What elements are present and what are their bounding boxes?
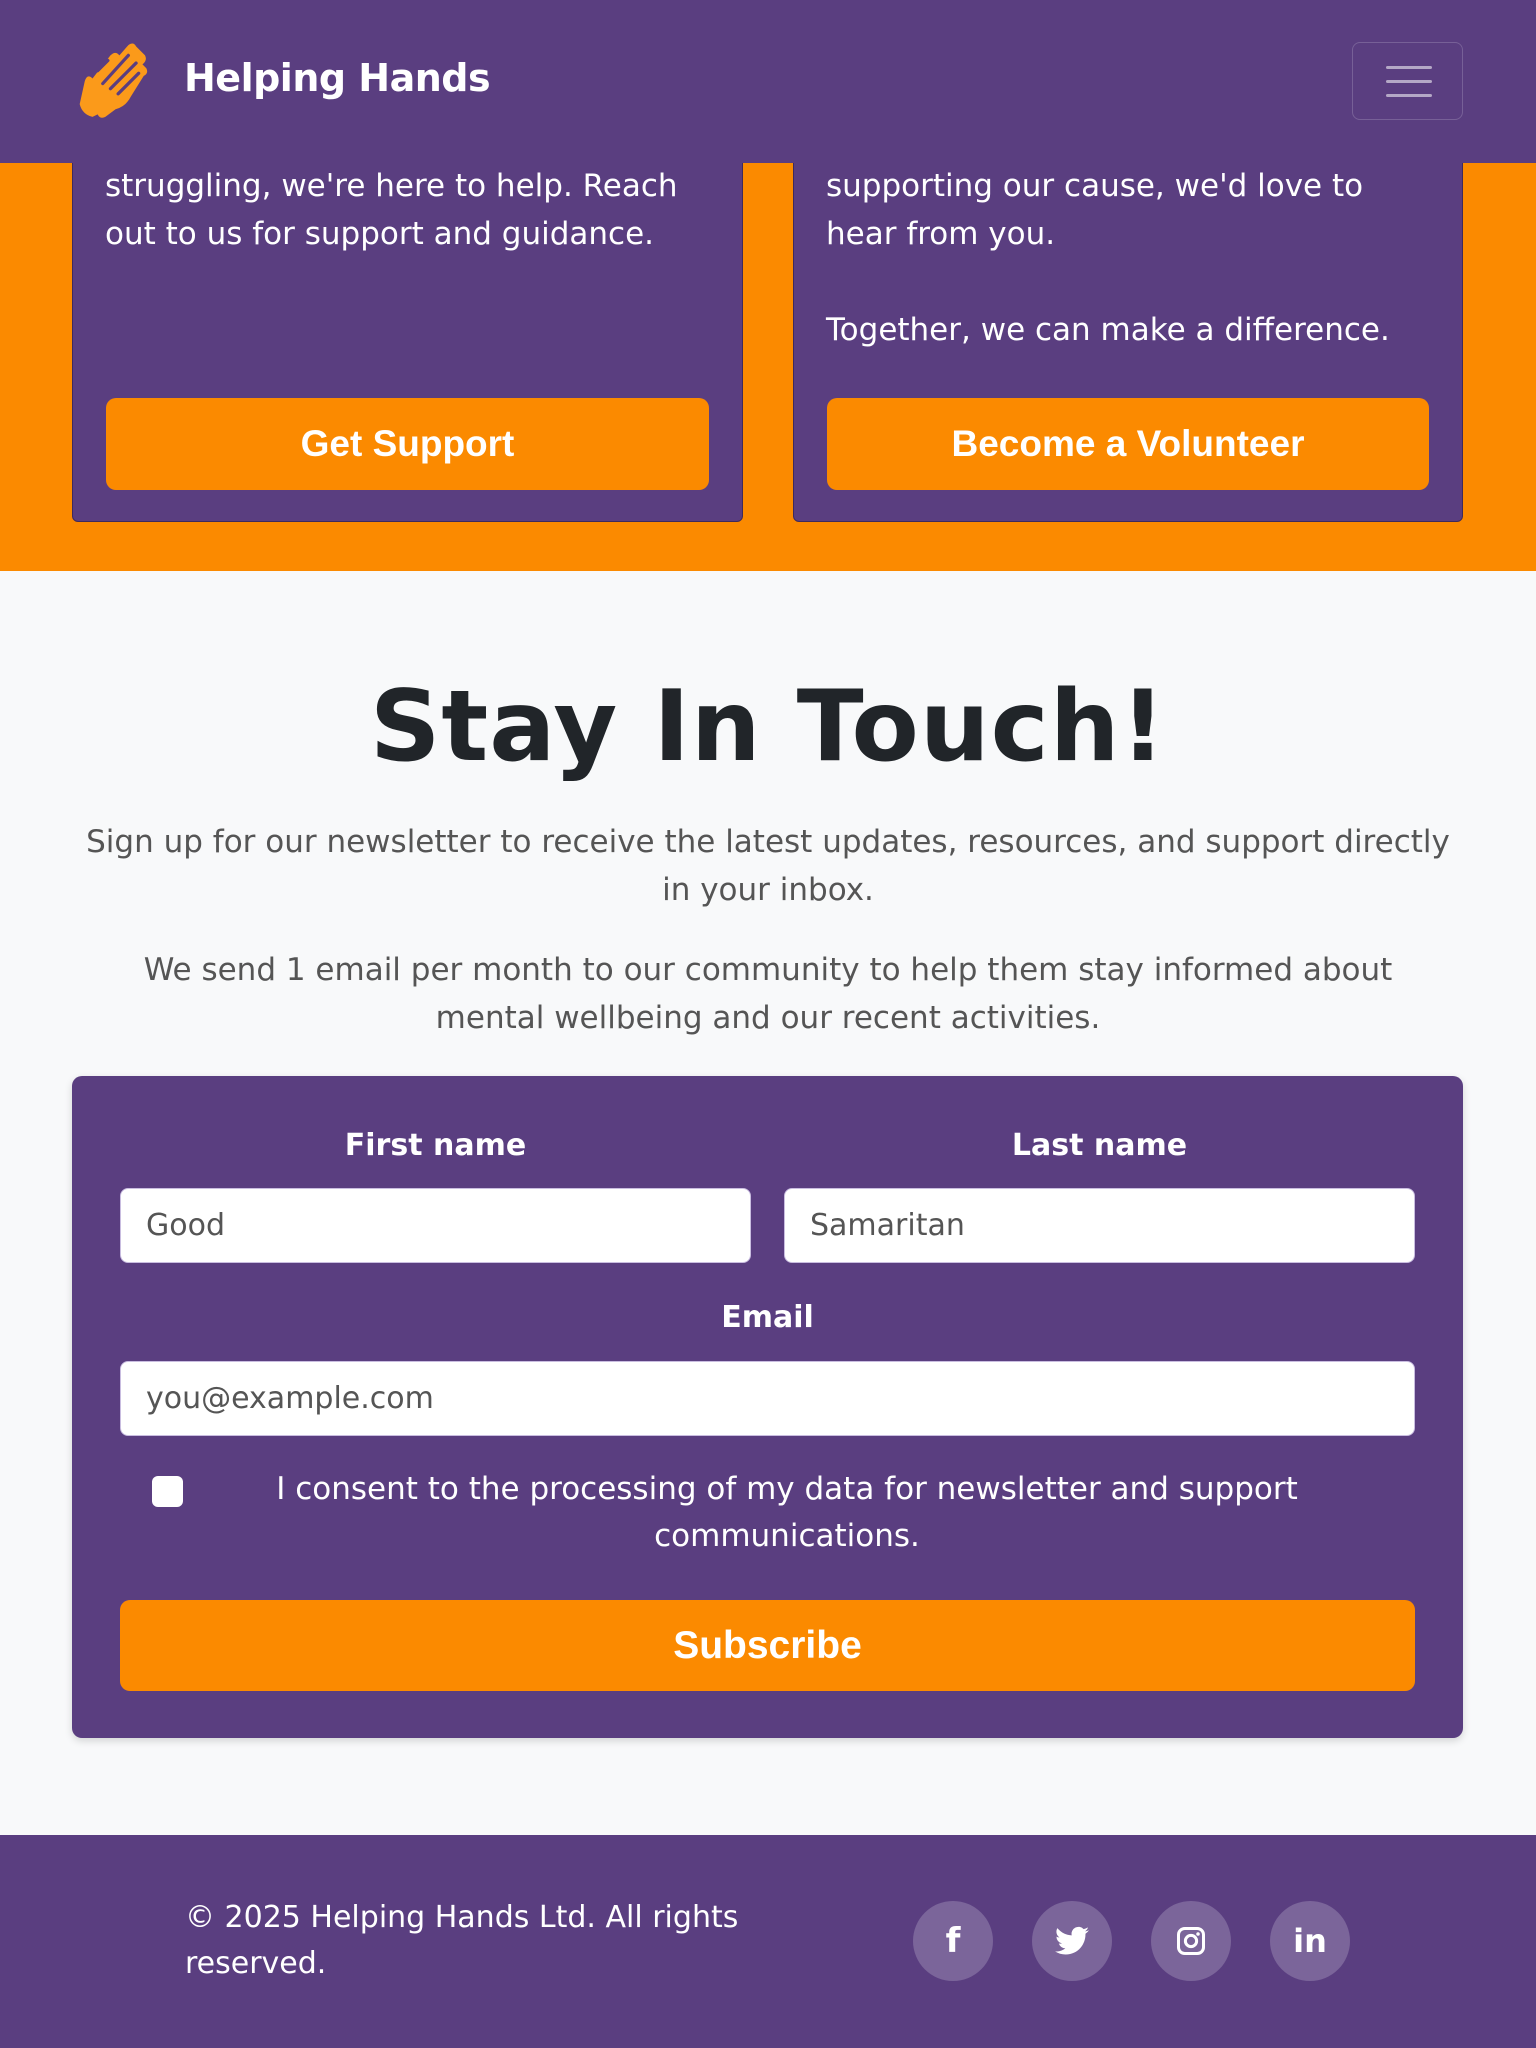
clapping-hands-icon[interactable] (72, 40, 154, 122)
instagram-icon (1177, 1927, 1205, 1955)
first-name-label: First name (344, 1128, 527, 1163)
hamburger-menu-icon (1386, 66, 1432, 69)
volunteer-card-tagline: Together, we can make a difference. (826, 312, 1390, 348)
navbar: Helping Hands (0, 0, 1536, 163)
linkedin-link[interactable]: in (1270, 1901, 1350, 1981)
subscribe-button[interactable]: Subscribe (120, 1600, 1415, 1691)
volunteer-card-text: supporting our cause, we'd love to hear … (826, 168, 1364, 252)
last-name-label: Last name (1011, 1128, 1188, 1163)
support-card-text: struggling, we're here to help. Reach ou… (105, 168, 678, 252)
brand-name[interactable]: Helping Hands (184, 56, 491, 100)
last-name-input[interactable]: Samaritan (784, 1188, 1415, 1263)
get-support-button[interactable]: Get Support (106, 398, 709, 490)
email-label: Email (721, 1300, 814, 1335)
facebook-icon: f (945, 1921, 961, 1961)
newsletter-form: First name Last name Good Samaritan Emai… (72, 1076, 1463, 1738)
newsletter-frequency: We send 1 email per month to our communi… (143, 952, 1393, 1036)
email-input[interactable]: you@example.com (120, 1361, 1415, 1436)
twitter-link[interactable] (1032, 1901, 1112, 1981)
first-name-input[interactable]: Good (120, 1188, 751, 1263)
newsletter-title: Stay In Touch! (369, 670, 1167, 784)
facebook-link[interactable]: f (913, 1901, 993, 1981)
menu-toggle-button[interactable] (1352, 42, 1463, 120)
support-card: struggling, we're here to help. Reach ou… (72, 100, 743, 522)
volunteer-card: supporting our cause, we'd love to hear … (793, 100, 1463, 522)
copyright: © 2025 Helping Hands Ltd. All rights res… (185, 1900, 739, 1981)
newsletter-intro: Sign up for our newsletter to receive th… (86, 824, 1450, 908)
twitter-icon (1055, 1926, 1089, 1955)
footer: © 2025 Helping Hands Ltd. All rights res… (0, 1835, 1536, 2048)
consent-checkbox[interactable] (152, 1476, 183, 1507)
instagram-link[interactable] (1151, 1901, 1231, 1981)
linkedin-icon: in (1293, 1922, 1327, 1960)
consent-label[interactable]: I consent to the processing of my data f… (232, 1466, 1342, 1560)
become-volunteer-button[interactable]: Become a Volunteer (827, 398, 1429, 490)
